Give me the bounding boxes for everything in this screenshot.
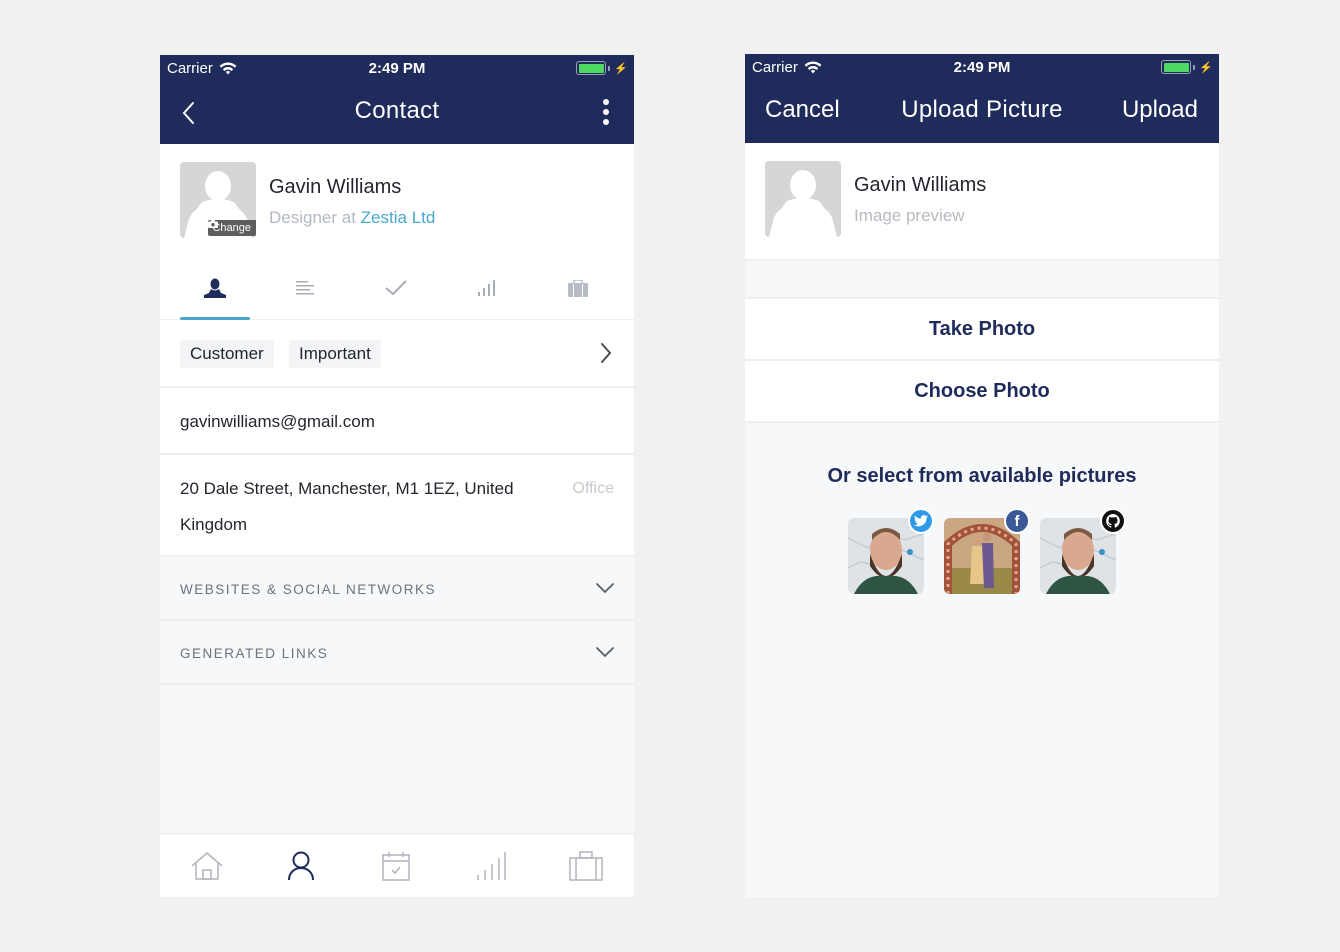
change-photo-button[interactable]: Change: [208, 220, 256, 236]
twitter-icon: [908, 508, 934, 534]
notes-icon: [296, 281, 314, 295]
check-icon: [385, 280, 407, 296]
tab-details[interactable]: [180, 256, 250, 320]
role-text: Designer at: [269, 208, 361, 227]
tab-tasks[interactable]: [361, 256, 431, 320]
address-value[interactable]: 20 Dale Street, Manchester, M1 1EZ, Unit…: [180, 471, 540, 543]
charging-bolt-icon: ⚡: [1199, 61, 1213, 74]
briefcase-icon: [569, 851, 603, 881]
bottom-tab-deals[interactable]: [566, 848, 606, 884]
status-bar: Carrier 2:49 PM ⚡: [745, 54, 1219, 80]
avatar[interactable]: Change: [180, 162, 256, 238]
bottom-tab-bar: [160, 833, 634, 897]
image-preview-card: Gavin Williams Image preview: [745, 143, 1219, 261]
section-label: GENERATED LINKS: [180, 646, 329, 661]
contact-name: Gavin Williams: [854, 174, 987, 196]
bar-chart-icon: [478, 280, 495, 296]
available-pictures: f: [745, 506, 1219, 606]
calendar-icon: [382, 852, 410, 881]
battery-icon: ⚡: [1161, 60, 1213, 74]
picture-option-facebook[interactable]: f: [944, 508, 1030, 594]
upload-button[interactable]: Upload: [1122, 96, 1198, 124]
header: Carrier 2:49 PM ⚡ Contact: [160, 55, 634, 144]
take-photo-button[interactable]: Take Photo: [745, 299, 1219, 361]
email-value[interactable]: gavinwilliams@gmail.com: [180, 412, 375, 432]
bottom-tab-calendar[interactable]: [376, 848, 416, 884]
header: Carrier 2:49 PM ⚡ Cancel Upload Picture …: [745, 54, 1219, 143]
person-icon: [288, 851, 314, 881]
contact-profile: Change Gavin Williams Designer at Zestia…: [160, 144, 634, 256]
contact-tabs: [160, 256, 634, 320]
github-icon: [1100, 508, 1126, 534]
picture-option-github[interactable]: [1040, 508, 1126, 594]
more-vertical-icon[interactable]: [600, 97, 612, 127]
nav-bar: Cancel Upload Picture Upload: [745, 80, 1219, 143]
tab-stats[interactable]: [452, 256, 522, 320]
tab-deals[interactable]: [543, 256, 613, 320]
clock: 2:49 PM: [368, 60, 426, 77]
tab-notes[interactable]: [271, 256, 341, 320]
status-bar: Carrier 2:49 PM ⚡: [160, 55, 634, 81]
section-label: WEBSITES & SOCIAL NETWORKS: [180, 582, 437, 597]
chevron-down-icon: [596, 647, 614, 658]
contact-screen: Carrier 2:49 PM ⚡ Contact Change Gavin W…: [160, 55, 634, 897]
page-title: Contact: [354, 97, 440, 124]
address-row: 20 Dale Street, Manchester, M1 1EZ, Unit…: [160, 455, 634, 557]
person-silhouette-icon: [769, 170, 837, 237]
contact-role: Designer at Zestia Ltd: [269, 208, 435, 228]
chevron-down-icon: [596, 583, 614, 594]
company-link[interactable]: Zestia Ltd: [361, 208, 436, 227]
bottom-tab-home[interactable]: [187, 848, 227, 884]
charging-bolt-icon: ⚡: [614, 62, 628, 75]
websites-social-section[interactable]: WEBSITES & SOCIAL NETWORKS: [160, 557, 634, 621]
avatar-preview: [765, 161, 841, 237]
tags-row[interactable]: Customer Important: [160, 320, 634, 388]
camera-icon: [208, 220, 219, 228]
facebook-icon: f: [1004, 508, 1030, 534]
picture-option-twitter[interactable]: [848, 508, 934, 594]
battery-icon: ⚡: [576, 61, 628, 75]
preview-subtitle: Image preview: [854, 206, 965, 225]
generated-links-section[interactable]: GENERATED LINKS: [160, 621, 634, 685]
briefcase-icon: [568, 279, 588, 297]
available-pictures-heading: Or select from available pictures: [827, 465, 1137, 487]
address-type-label: Office: [572, 480, 615, 497]
home-icon: [191, 852, 223, 880]
person-icon: [204, 278, 226, 298]
bottom-tab-contacts[interactable]: [281, 848, 321, 884]
tag[interactable]: Customer: [180, 340, 274, 368]
tag[interactable]: Important: [289, 340, 381, 368]
signal-chart-icon: [477, 852, 506, 880]
upload-picture-screen: Carrier 2:49 PM ⚡ Cancel Upload Picture …: [745, 54, 1219, 897]
contact-name: Gavin Williams: [269, 176, 402, 198]
chevron-right-icon[interactable]: [600, 342, 612, 364]
clock: 2:49 PM: [953, 59, 1011, 76]
choose-photo-button[interactable]: Choose Photo: [745, 361, 1219, 423]
email-row: gavinwilliams@gmail.com: [160, 388, 634, 455]
nav-bar: Contact: [160, 81, 634, 144]
bottom-tab-reports[interactable]: [471, 848, 511, 884]
section-divider: [745, 261, 1219, 299]
